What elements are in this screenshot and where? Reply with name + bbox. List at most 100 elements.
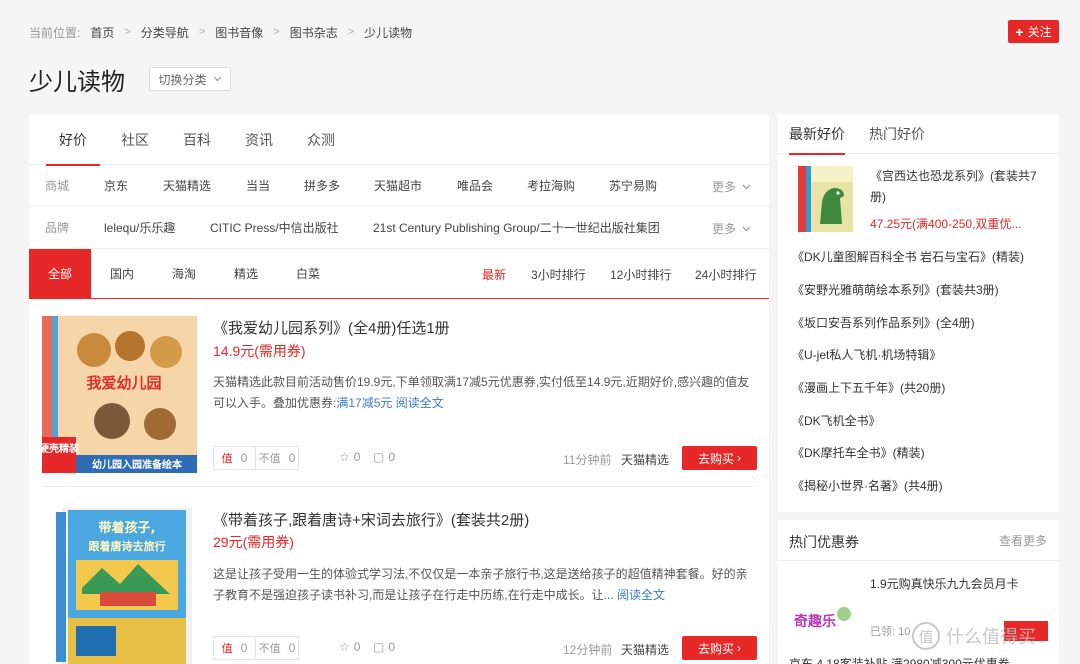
watermark-logo-icon: 值: [912, 622, 940, 650]
divider: [778, 560, 1059, 561]
comment-icon: ▢: [373, 450, 385, 464]
sidebar-list-item[interactable]: 《DK飞机全书》: [792, 412, 881, 429]
mall-option-tmall-select[interactable]: 天猫精选: [163, 177, 246, 194]
tab-deals[interactable]: 好价: [42, 114, 104, 166]
coupon-brand-logo: 奇趣乐: [794, 607, 851, 630]
product-image[interactable]: 带着孩子, 跟着唐诗去旅行: [42, 508, 197, 664]
deal-description: 这是让孩子受用一生的体验式学习法,不仅仅是一本亲子旅行书,这是送给孩子的超值精神…: [213, 564, 753, 606]
mall-option-tmall-supermarket[interactable]: 天猫超市: [374, 177, 457, 194]
mall-option-dangdang[interactable]: 当当: [246, 177, 304, 194]
featured-product-title[interactable]: 《宫西达也恐龙系列》(套装共7册): [870, 166, 1050, 208]
deal-title[interactable]: 《我爱幼儿园系列》(全4册)任选1册: [213, 317, 450, 338]
tab-reviews[interactable]: 众测: [290, 114, 352, 165]
scope-tab-all[interactable]: 全部: [29, 248, 91, 299]
mall-option-kaola[interactable]: 考拉海购: [527, 177, 609, 194]
sort-latest[interactable]: 最新: [482, 249, 506, 299]
deal-price: 29元(需用券): [213, 534, 294, 550]
scope-tab-domestic[interactable]: 国内: [91, 249, 153, 299]
tab-community[interactable]: 社区: [104, 114, 166, 165]
star-icon: ☆: [339, 450, 350, 464]
coupon-claimed-count: 已领: 10: [870, 626, 911, 638]
read-more-link[interactable]: 阅读全文: [396, 396, 444, 410]
chevron-right-icon: ›: [737, 451, 741, 465]
coupon-title[interactable]: 1.9元购真快乐九九会员月卡: [870, 575, 1019, 592]
content-tabs: 好价 社区 百科 资讯 众测: [29, 114, 769, 166]
comment-button[interactable]: ▢ 0: [373, 450, 395, 464]
comment-button[interactable]: ▢ 0: [373, 640, 395, 654]
worth-button[interactable]: 值0: [213, 446, 256, 470]
sidebar-list-item[interactable]: 《安野光雅萌萌绘本系列》(套装共3册): [792, 281, 999, 298]
cover-title-line2: 跟着唐诗去旅行: [89, 539, 166, 553]
coupon-title[interactable]: 京东 4.18客装补贴 满2980减300元优惠券: [789, 655, 1010, 664]
brand-option-21st-century[interactable]: 21st Century Publishing Group/二十一世纪出版社集团: [373, 219, 660, 236]
deal-description-text: 天猫精选此款目前活动售价19.9元,下单领取满17减5元优惠券,实付低至14.9…: [213, 375, 750, 410]
tab-news[interactable]: 资讯: [228, 114, 290, 165]
deal-title[interactable]: 《带着孩子,跟着唐诗+宋词去旅行》(套装共2册): [213, 509, 529, 530]
svg-text:奇趣乐: 奇趣乐: [794, 613, 836, 630]
follow-button[interactable]: + 关注: [1008, 20, 1059, 43]
mall-option-jd[interactable]: 京东: [104, 177, 163, 194]
sidebar-list-item[interactable]: 《DK儿童图解百科全书 岩石与宝石》(精装): [792, 248, 1024, 265]
divider: [42, 486, 756, 487]
chevron-right-icon: >: [347, 26, 355, 38]
product-image[interactable]: 我爱幼儿园 硬壳精装 幼儿园入园准备绘本: [42, 316, 197, 473]
sidebar-tab-hot[interactable]: 热门好价: [869, 114, 925, 154]
mall-option-pinduoduo[interactable]: 拼多多: [304, 177, 374, 194]
buy-label: 去购买: [697, 451, 734, 466]
favorite-button[interactable]: ☆ 0: [339, 450, 360, 464]
buy-button[interactable]: 去购买 ›: [682, 446, 757, 470]
deal-mall[interactable]: 天猫精选: [621, 451, 669, 468]
coupon-link[interactable]: 满17减5元: [336, 396, 392, 410]
sort-3h[interactable]: 3小时排行: [531, 249, 586, 299]
unworth-button[interactable]: 不值 0: [256, 636, 299, 660]
scope-tab-overseas[interactable]: 海淘: [153, 249, 215, 299]
sort-12h[interactable]: 12小时排行: [610, 249, 671, 299]
scope-tab-bargain[interactable]: 白菜: [277, 249, 339, 299]
brand-more-button[interactable]: 更多: [712, 220, 751, 237]
switch-category-button[interactable]: 切换分类: [149, 67, 231, 91]
cover-title-text: 我爱幼儿园: [86, 374, 161, 392]
scope-tab-featured[interactable]: 精选: [215, 249, 277, 299]
brand-option-lelequ[interactable]: lelequ/乐乐趣: [104, 219, 210, 236]
breadcrumb-current[interactable]: 少儿读物: [364, 24, 412, 41]
sidebar-list-item[interactable]: 《U-jet私人飞机·机场特辑》: [792, 346, 941, 363]
sort-24h[interactable]: 24小时排行: [695, 249, 756, 299]
chevron-right-icon: >: [273, 26, 280, 38]
buy-label: 去购买: [697, 641, 734, 656]
breadcrumb: 当前位置: 首页 > 分类导航 > 图书音像 > 图书杂志 > 少儿读物: [29, 24, 412, 40]
coupons-more-link[interactable]: 查看更多: [999, 532, 1047, 549]
worth-count: 0: [240, 451, 248, 465]
tab-wiki[interactable]: 百科: [166, 114, 228, 165]
star-icon: ☆: [339, 640, 350, 654]
deal-price: 14.9元(需用券): [213, 343, 306, 359]
breadcrumb-books-magazines[interactable]: 图书杂志: [290, 24, 338, 41]
brand-option-citic[interactable]: CITIC Press/中信出版社: [210, 219, 373, 236]
mall-option-vip[interactable]: 唯品会: [457, 177, 527, 194]
brand-filter-label: 品牌: [45, 221, 70, 235]
mall-more-button[interactable]: 更多: [712, 178, 751, 195]
sidebar-list-item[interactable]: 《揭秘小世界·名著》(共4册): [792, 477, 943, 494]
buy-button[interactable]: 去购买 ›: [682, 636, 757, 660]
favorite-button[interactable]: ☆ 0: [339, 640, 360, 654]
coupons-header: 热门优惠券: [789, 534, 859, 550]
site-watermark: 值 什么值得买: [912, 622, 1036, 650]
featured-product-image[interactable]: [798, 166, 853, 232]
deal-mall[interactable]: 天猫精选: [621, 641, 669, 658]
mall-option-suning[interactable]: 苏宁易购: [609, 177, 689, 194]
breadcrumb-books-media[interactable]: 图书音像: [215, 24, 263, 41]
sidebar-list-item[interactable]: 《漫画上下五千年》(共20册): [792, 379, 945, 396]
sidebar-list-item[interactable]: 《坂口安吾系列作品系列》(全4册): [792, 314, 975, 331]
breadcrumb-home[interactable]: 首页: [90, 24, 114, 41]
comment-count: 0: [388, 640, 396, 654]
main-panel: 好价 社区 百科 资讯 众测 商城 京东 天猫精选 当当 拼多多 天猫超市 唯品…: [29, 114, 769, 664]
chevron-right-icon: >: [198, 26, 206, 38]
mall-filter-label: 商城: [45, 179, 70, 193]
worth-icon: 值: [221, 643, 233, 655]
read-more-link[interactable]: 阅读全文: [617, 588, 665, 602]
breadcrumb-category-nav[interactable]: 分类导航: [141, 24, 189, 41]
sidebar-tab-latest[interactable]: 最新好价: [789, 114, 845, 155]
sidebar-deals-panel: 最新好价 热门好价 《宫西达也恐龙系列》(套装共7册) 47.25元(满400-…: [778, 114, 1059, 512]
sidebar-list-item[interactable]: 《DK摩托车全书》(精装): [792, 444, 925, 461]
unworth-button[interactable]: 不值 0: [256, 446, 299, 470]
worth-button[interactable]: 值0: [213, 636, 256, 660]
